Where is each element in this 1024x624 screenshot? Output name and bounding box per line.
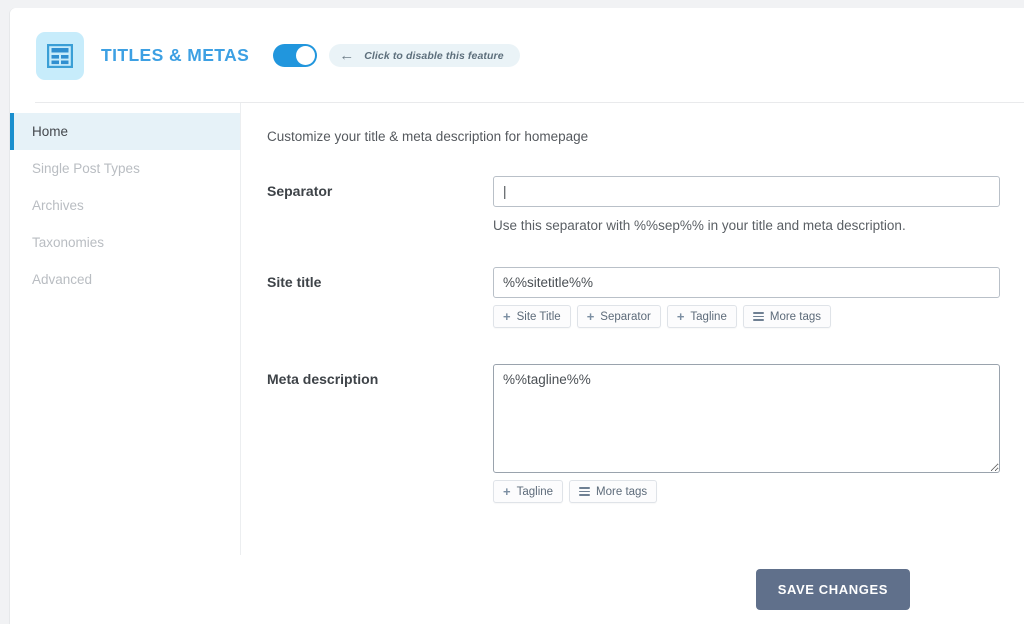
meta-description-field-row: Meta description + Tagline More tags bbox=[267, 364, 1000, 503]
plus-icon: + bbox=[676, 309, 685, 324]
separator-field-row: Separator Use this separator with %%sep%… bbox=[267, 176, 1000, 233]
site-title-tag-buttons: + Site Title + Separator + Tagline More … bbox=[493, 305, 1000, 328]
sidebar-item-label: Advanced bbox=[32, 272, 93, 287]
sidebar-item-archives[interactable]: Archives bbox=[10, 187, 240, 224]
sidebar-item-label: Single Post Types bbox=[32, 161, 140, 176]
plus-icon: + bbox=[503, 309, 511, 324]
panel-body: Home Single Post Types Archives Taxonomi… bbox=[10, 103, 1024, 555]
insert-separator-button[interactable]: + Separator bbox=[576, 305, 661, 328]
settings-main: Customize your title & meta description … bbox=[241, 103, 1024, 555]
panel-footer: SAVE CHANGES bbox=[10, 555, 1024, 623]
settings-sidebar: Home Single Post Types Archives Taxonomi… bbox=[10, 103, 241, 555]
feature-toggle[interactable] bbox=[273, 44, 318, 67]
sidebar-item-label: Taxonomies bbox=[32, 235, 105, 250]
settings-card: TITLES & METAS ← Click to disable this f… bbox=[10, 8, 1024, 624]
hamburger-icon bbox=[579, 485, 591, 498]
page-title: TITLES & METAS bbox=[101, 45, 250, 65]
site-title-field-row: Site title + Site Title + Separator bbox=[267, 267, 1000, 328]
tag-button-label: More tags bbox=[596, 485, 648, 498]
hamburger-icon bbox=[752, 310, 764, 323]
separator-label: Separator bbox=[267, 183, 333, 199]
site-title-label: Site title bbox=[267, 274, 322, 290]
separator-input[interactable] bbox=[493, 176, 1000, 207]
arrow-left-icon: ← bbox=[339, 47, 355, 64]
toggle-knob bbox=[296, 46, 316, 65]
insert-tagline-button[interactable]: + Tagline bbox=[666, 305, 737, 328]
panel-header: TITLES & METAS ← Click to disable this f… bbox=[10, 8, 1024, 103]
sidebar-item-advanced[interactable]: Advanced bbox=[10, 261, 240, 298]
sidebar-item-home[interactable]: Home bbox=[10, 113, 240, 150]
sidebar-item-label: Archives bbox=[32, 198, 84, 213]
feature-hint-text: Click to disable this feature bbox=[364, 49, 504, 62]
section-description: Customize your title & meta description … bbox=[267, 129, 589, 144]
tag-button-label: Tagline bbox=[516, 485, 554, 498]
insert-site-title-button[interactable]: + Site Title bbox=[493, 305, 571, 328]
more-tags-button[interactable]: More tags bbox=[742, 305, 831, 328]
tag-button-label: Separator bbox=[600, 310, 651, 323]
meta-description-label: Meta description bbox=[267, 371, 379, 387]
meta-description-textarea[interactable] bbox=[493, 364, 1000, 473]
tag-button-label: Tagline bbox=[690, 310, 727, 323]
plus-icon: + bbox=[586, 309, 595, 324]
more-tags-button[interactable]: More tags bbox=[569, 480, 658, 503]
meta-description-tag-buttons: + Tagline More tags bbox=[493, 480, 1000, 503]
table-grid-icon bbox=[36, 31, 84, 80]
plus-icon: + bbox=[503, 484, 511, 499]
site-title-input[interactable] bbox=[493, 267, 1000, 298]
tag-button-label: Site Title bbox=[516, 310, 561, 323]
sidebar-item-single-post-types[interactable]: Single Post Types bbox=[10, 150, 240, 187]
sidebar-item-label: Home bbox=[32, 124, 69, 139]
sidebar-item-taxonomies[interactable]: Taxonomies bbox=[10, 224, 240, 261]
feature-hint-pill: ← Click to disable this feature bbox=[329, 44, 520, 67]
tag-button-label: More tags bbox=[769, 310, 821, 323]
insert-tagline-button[interactable]: + Tagline bbox=[493, 480, 564, 503]
save-changes-button[interactable]: SAVE CHANGES bbox=[755, 568, 910, 610]
separator-help-text: Use this separator with %%sep%% in your … bbox=[493, 218, 906, 233]
